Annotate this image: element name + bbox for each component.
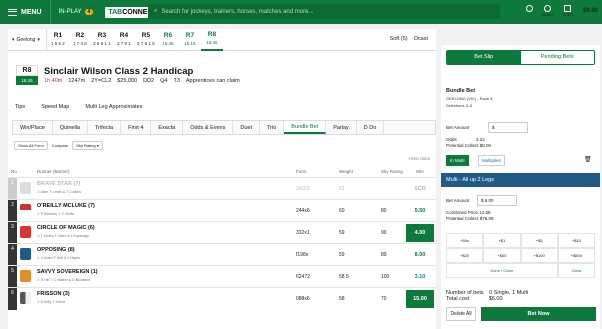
trophy-icon[interactable] [526, 5, 533, 17]
race-navigation: ▾ Geelong ▾ R1 1 5 6 2 R2 1 7 4 5 R3 2 6 8 … [8, 28, 436, 51]
runner-row[interactable]: 1 BRAVE STAR (7) J: Allen T: Lewis & T Co… [8, 177, 436, 200]
runner-row[interactable]: 4 OPPOSING (8) J: L Nolen T: Bell & J Hay… [8, 243, 436, 266]
stake-button[interactable]: +$5 [520, 233, 558, 248]
tab-pending-bets[interactable]: Pending Bets [521, 51, 595, 64]
clear-button[interactable]: Clear [557, 263, 595, 278]
win-odds-button[interactable]: 5.50 [406, 202, 434, 220]
trash-icon[interactable]: 🗑 [584, 156, 592, 163]
tab-multi-leg[interactable]: Multi Leg Approximates [85, 104, 142, 110]
tab-speed-map[interactable]: Speed Map [41, 104, 69, 110]
form-filters: Show All Form Compare Sky Rating ▾ [14, 141, 103, 150]
stake-button[interactable]: +$100 [520, 248, 558, 263]
runner-column-headers: No Runner (Barrier) Form Weight Sky Rati… [11, 169, 424, 174]
win-odds-button: SCR [414, 186, 426, 192]
win-odds-button[interactable]: 8.00 [406, 246, 434, 264]
runner-row[interactable]: 6 FRISSON (3) J: A Kelly T: Zahra 088x6 58… [8, 287, 436, 310]
track-info: Soft (5) Ocast [389, 36, 428, 42]
bettab-first4[interactable]: First 4 [121, 121, 152, 134]
bettab-exacta[interactable]: Exacta [151, 121, 184, 134]
bettab-quinella[interactable]: Quinella [53, 121, 88, 134]
top-icons: AUDIO VIDEO [526, 5, 573, 17]
bet-now-button[interactable]: Bet Now [481, 307, 596, 321]
runner-row[interactable]: 5 SAVVY SOVEREIGN (1) J: R Hill T: C Walk… [8, 265, 436, 288]
done-close-button[interactable]: Done / Close [446, 263, 558, 278]
delete-all-button[interactable]: Delete All [446, 307, 476, 321]
runner-row[interactable]: 3 CIRCLE OF MAGIC (6) J: T Kerley T: Ward… [8, 221, 436, 244]
win-odds-button[interactable]: 4.00 [406, 224, 434, 242]
show-all-form-button[interactable]: Show All Form [14, 141, 48, 150]
bettab-trio[interactable]: Trio [260, 121, 285, 134]
race-tab-r2[interactable]: R2 1 7 4 5 [69, 29, 91, 51]
race-header: R8 16:45 Sinclair Wilson Class 2 Handica… [8, 54, 436, 88]
bet-slip-panel: Bet Slip Pending Bets Bundle Bet GEELONG… [441, 45, 600, 329]
multi-amount-input[interactable]: $ 6.00 [477, 195, 517, 206]
silk-icon [20, 248, 31, 260]
race-number-box: R8 16:45 [16, 65, 38, 87]
betslip-tabs: Bet Slip Pending Bets [446, 50, 595, 65]
stake-button[interactable]: +$1 [483, 233, 521, 248]
multiplier-button[interactable]: Multiplier! [478, 155, 506, 166]
silk-icon [20, 292, 31, 304]
bet-summary: Number of bets 0 Single, 1 Multi Total c… [446, 290, 529, 302]
bettab-bundle[interactable]: Bundle Bet [284, 121, 327, 134]
bettab-parlay[interactable]: Parlay [326, 121, 357, 134]
stake-button[interactable]: +50c [446, 233, 484, 248]
audio-icon[interactable]: AUDIO [542, 5, 553, 17]
race-subtabs: Tips Speed Map Multi Leg Approximates [8, 101, 436, 113]
silk-icon [20, 270, 31, 282]
venue-select[interactable]: ▾ Geelong ▾ [8, 28, 47, 51]
silk-icon [20, 182, 31, 194]
quick-stake-grid: +50c +$1 +$5 +$10 +$20 +$50 +$100 +$500 … [446, 233, 595, 278]
inplay-button[interactable]: IN-PLAY 4 [49, 0, 102, 24]
race-tab-r3[interactable]: R3 2 6 8 1 1 [91, 29, 113, 51]
chevron-down-icon: ▾ [37, 36, 40, 43]
bet-amount-input[interactable]: $ [488, 122, 528, 133]
bettab-duet[interactable]: Duet [233, 121, 260, 134]
race-tab-r6[interactable]: R6 15:45 [157, 29, 179, 51]
stake-button[interactable]: +$20 [446, 248, 484, 263]
search-icon: ⌕ [154, 8, 158, 14]
race-tab-r8[interactable]: R8 16:45 [200, 29, 223, 51]
win-odds-button[interactable]: 15.00 [406, 290, 434, 308]
bettab-trifecta[interactable]: Trifecta [88, 121, 122, 134]
race-title: Sinclair Wilson Class 2 Handicap [44, 66, 194, 77]
fixed-odds-label: FIXED ODDS [408, 157, 430, 161]
chevron-down-icon: ▾ [12, 36, 15, 43]
race-panel: ▾ Geelong ▾ R1 1 5 6 2 R2 1 7 4 5 R3 2 6 8 … [8, 28, 436, 329]
bundle-bet-card: Bundle Bet GEELONG (VIC) - Race 8 Select… [446, 88, 493, 108]
search-input[interactable]: ⌕ Search for jockeys, trainers, horses, … [148, 4, 500, 19]
hamburger-icon [8, 8, 17, 16]
race-tab-r4[interactable]: R4 2 7 9 1 [113, 29, 135, 51]
bettab-odds-evens[interactable]: Odds & Evens [183, 121, 234, 134]
race-meta: 1h 40m 1247m 2Y=CL2 $25,000 DD2 Q4 T3 Ap… [44, 78, 240, 84]
stake-button[interactable]: +$50 [483, 248, 521, 263]
stake-button[interactable]: +$10 [557, 233, 595, 248]
account-balance[interactable]: $9.00 [583, 8, 598, 14]
multi-header: Multi - All up 2 Legs [441, 173, 600, 187]
menu-button[interactable]: MENU [0, 8, 50, 16]
runner-row[interactable]: 2 O'REILLY MCLUKE (7) J: P Moloney T: C W… [8, 199, 436, 222]
tab-bet-slip[interactable]: Bet Slip [447, 51, 521, 64]
compare-select[interactable]: Sky Rating ▾ [72, 141, 103, 150]
stake-button[interactable]: +$500 [557, 248, 595, 263]
race-tab-r5[interactable]: R5 5 7 6 1 5 [135, 29, 157, 51]
inplay-count-badge: 4 [84, 9, 94, 15]
tab-tips[interactable]: Tips [15, 104, 25, 110]
in-multi-toggle[interactable]: In Multi [446, 155, 469, 166]
bet-type-tabs: Win/Place Quinella Trifecta First 4 Exac… [12, 120, 436, 135]
win-odds-button[interactable]: 3.10 [406, 268, 434, 286]
silk-icon [20, 226, 31, 238]
silk-icon [20, 204, 31, 216]
bettab-win-place[interactable]: Win/Place [13, 121, 53, 134]
race-tab-r1[interactable]: R1 1 5 6 2 [47, 29, 69, 51]
video-icon[interactable]: VIDEO [562, 5, 573, 17]
race-tab-r7[interactable]: R7 16:15 [179, 29, 201, 51]
bettab-more[interactable]: D Do [357, 121, 385, 134]
